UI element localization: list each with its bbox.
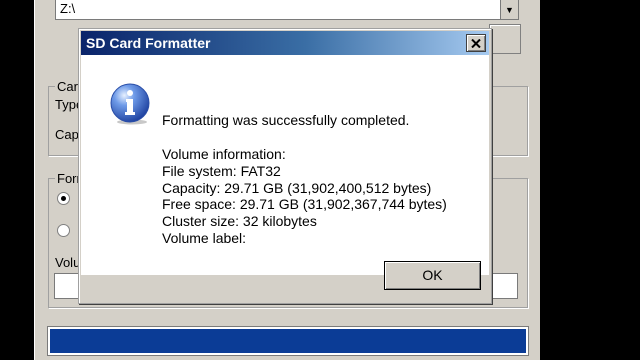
capacity-line: Capacity: 29.71 GB (31,902,400,512 bytes… bbox=[162, 179, 432, 196]
card-capacity-label: Cap bbox=[55, 127, 79, 142]
refresh-button[interactable] bbox=[489, 24, 521, 54]
close-button[interactable] bbox=[466, 34, 486, 52]
volume-label-line: Volume label: bbox=[162, 229, 247, 246]
file-system-line: File system: FAT32 bbox=[162, 162, 281, 179]
information-icon bbox=[110, 83, 150, 125]
progress-fill bbox=[50, 329, 526, 353]
volume-info-header: Volume information: bbox=[162, 146, 286, 162]
cluster-size-line: Cluster size: 32 kilobytes bbox=[162, 213, 317, 230]
drive-select[interactable]: Z:\ ▼ bbox=[55, 0, 519, 20]
completion-dialog: SD Card Formatter Formatting was success… bbox=[78, 28, 492, 304]
quick-format-radio[interactable] bbox=[57, 192, 70, 205]
dialog-title: SD Card Formatter bbox=[86, 35, 211, 51]
volume-label-caption: Volu bbox=[55, 255, 81, 270]
volume-info-block: Volume information: File system: FAT32 C… bbox=[162, 146, 447, 247]
free-space-line: Free space: 29.71 GB (31,902,367,744 byt… bbox=[162, 196, 447, 213]
close-icon bbox=[471, 38, 481, 48]
progress-bar bbox=[47, 326, 529, 356]
card-info-legend: Car bbox=[55, 79, 80, 94]
dropdown-arrow-icon[interactable]: ▼ bbox=[500, 0, 518, 19]
ok-button[interactable]: OK bbox=[384, 261, 481, 290]
dialog-titlebar[interactable]: SD Card Formatter bbox=[81, 31, 489, 55]
dialog-content: Formatting was successfully completed. V… bbox=[81, 55, 489, 275]
dialog-message: Formatting was successfully completed. bbox=[162, 112, 410, 128]
overwrite-format-radio[interactable] bbox=[57, 224, 70, 237]
drive-select-value: Z:\ bbox=[60, 1, 76, 16]
